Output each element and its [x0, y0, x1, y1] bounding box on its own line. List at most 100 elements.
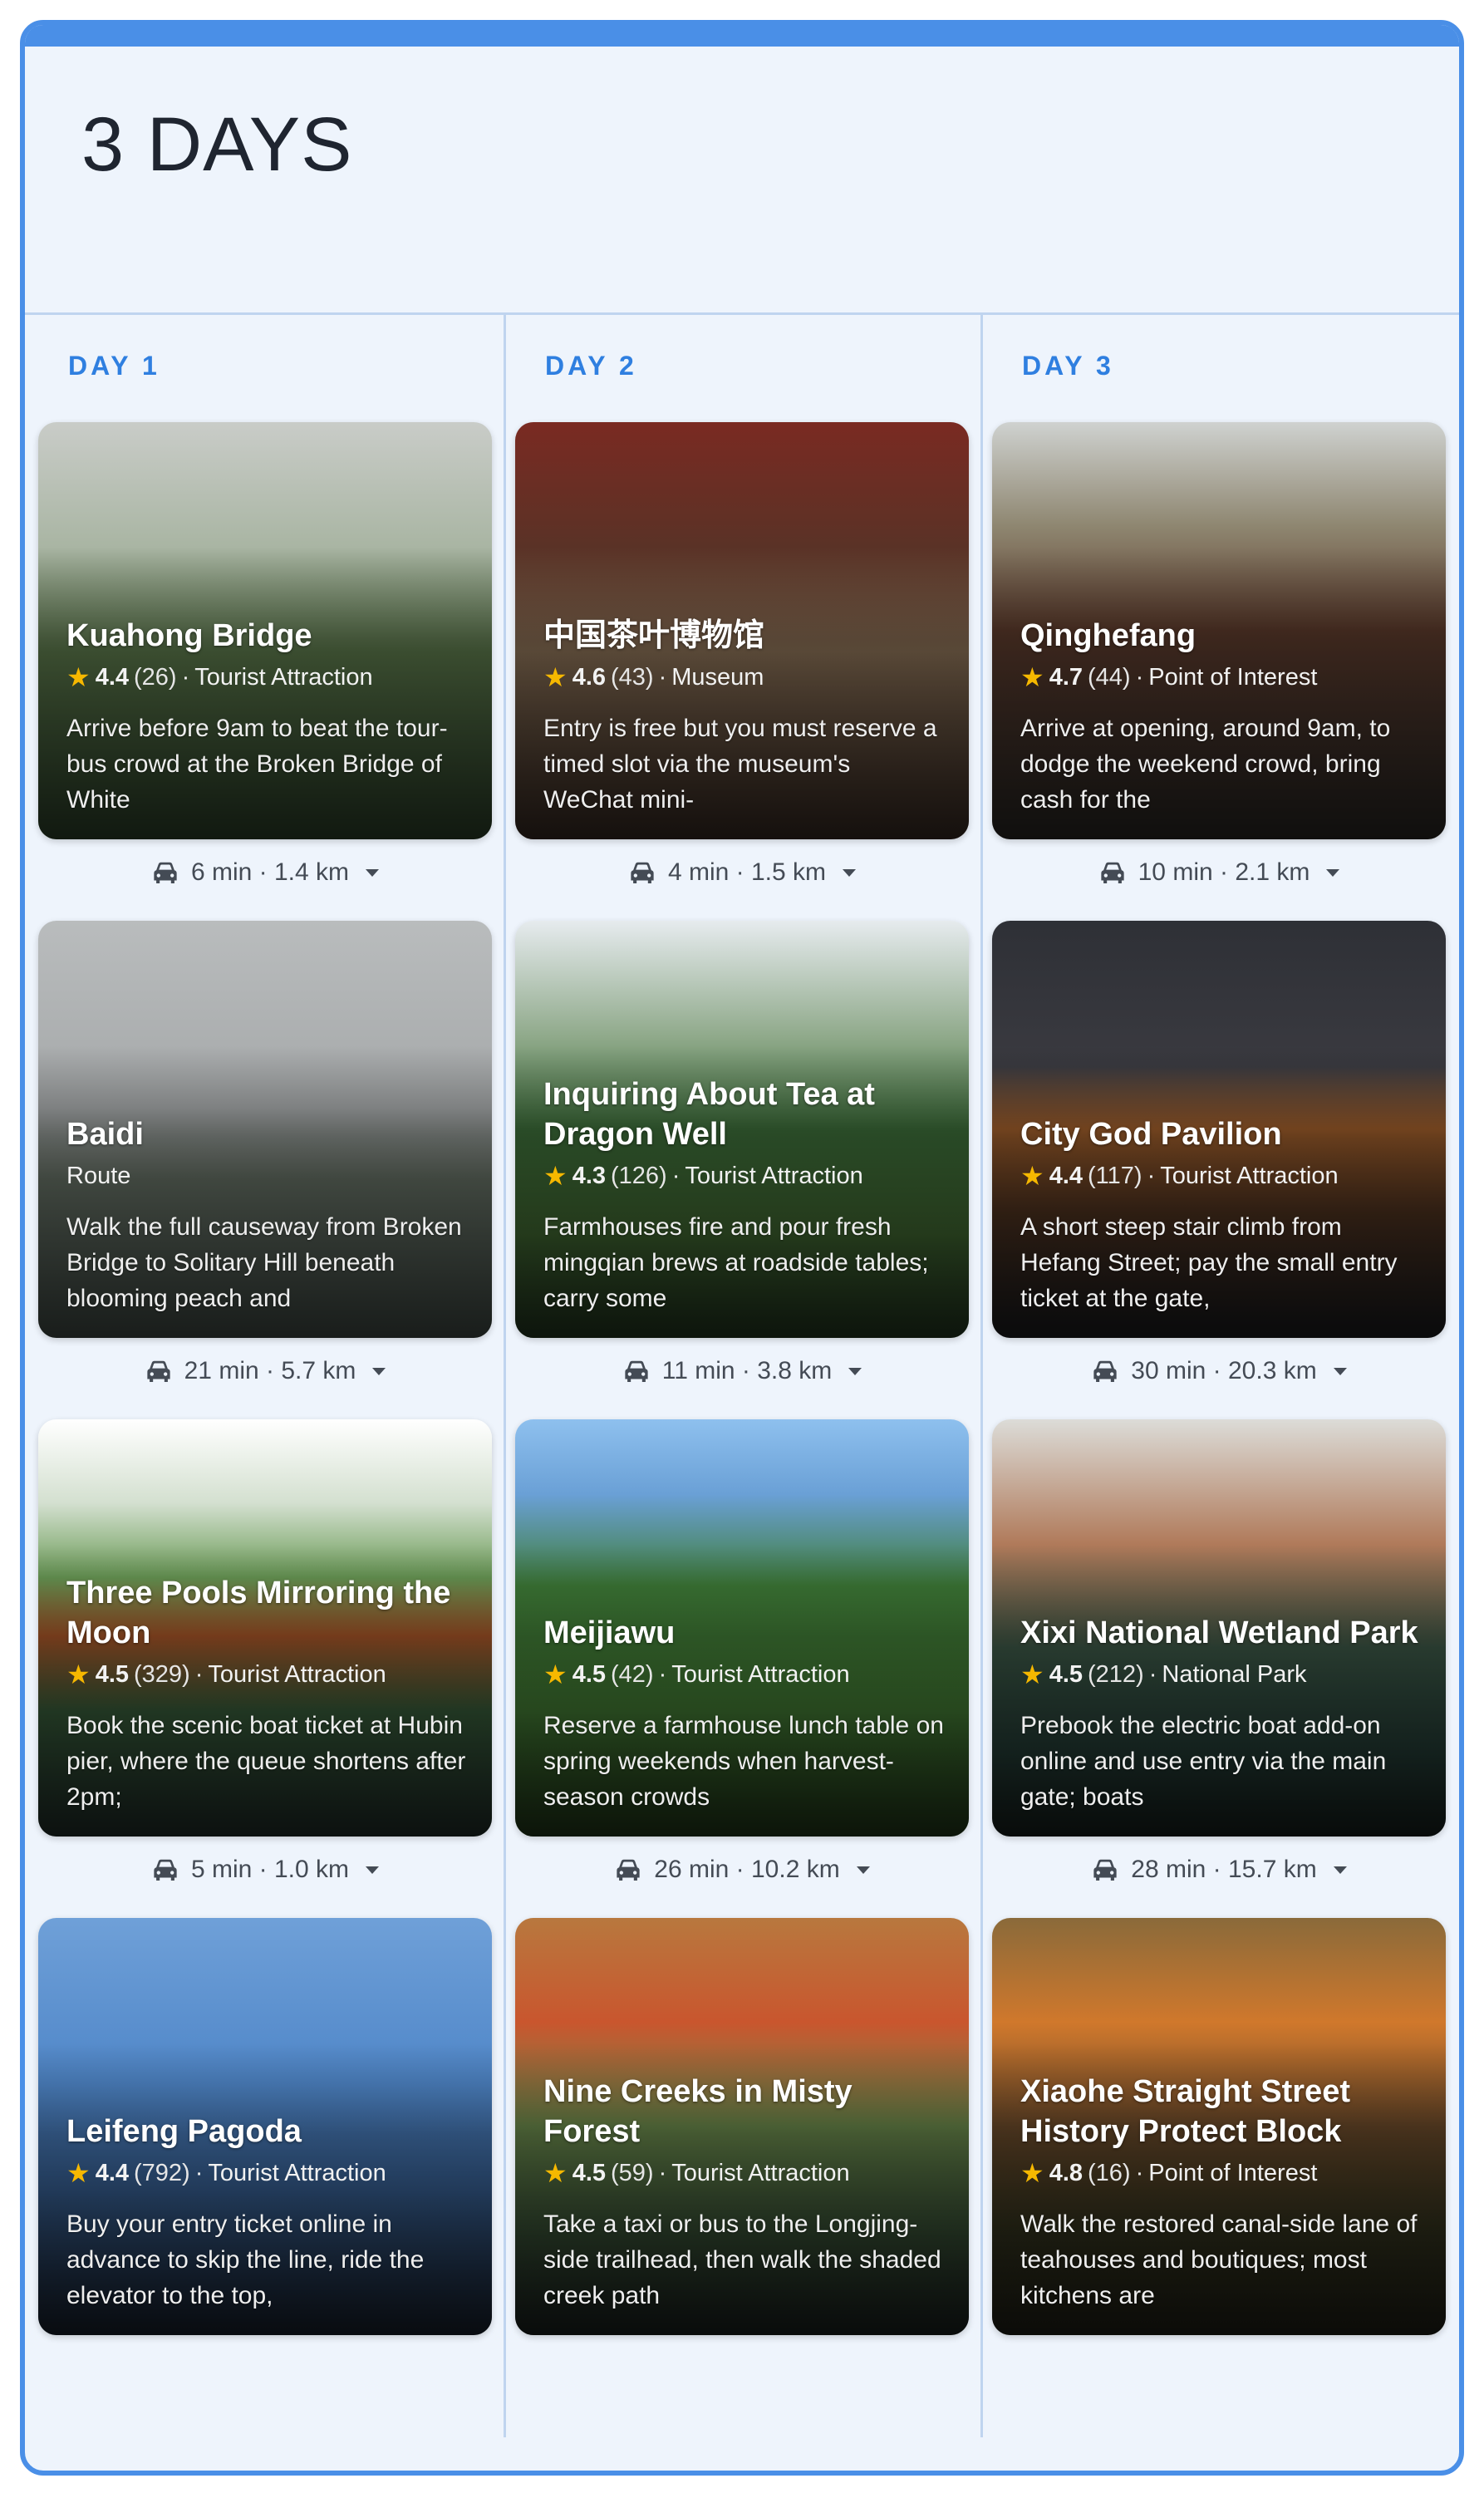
place-card[interactable]: City God Pavilion ★ 4.4 (117) · Tourist Attra…	[992, 921, 1446, 1338]
day-label: DAY 3	[1022, 351, 1114, 381]
place-description: Walk the restored canal-side lane of tea…	[1020, 2210, 1418, 2309]
place-name: Leifeng Pagoda	[66, 2114, 302, 2149]
transit-segment[interactable]: 6 min · 1.4 km	[38, 848, 492, 897]
rating-value: 4.7	[1049, 664, 1084, 691]
place-card[interactable]: Meijiawu ★ 4.5 (42) · Tourist Attraction Reser…	[515, 1419, 969, 1837]
place-meta: ★ 4.4 (26) · Tourist Attraction	[66, 661, 469, 694]
place-card[interactable]: Kuahong Bridge ★ 4.4 (26) · Tourist Attractio…	[38, 422, 492, 839]
place-card[interactable]: Xiaohe Straight Street History Protect B…	[992, 1918, 1446, 2335]
car-icon	[151, 860, 179, 885]
transit-segment[interactable]: 11 min · 3.8 km	[515, 1346, 969, 1396]
caret-down-icon[interactable]	[1333, 1866, 1347, 1874]
column-divider	[504, 312, 506, 2437]
separator-dot: ·	[658, 664, 667, 691]
place-name: Qinghefang	[1020, 618, 1197, 653]
place-name: Xiaohe Straight Street History Protect B…	[1020, 2074, 1350, 2149]
place-card[interactable]: Nine Creeks in Misty Forest ★ 4.5 (59) · Tour…	[515, 1918, 969, 2335]
place-card[interactable]: Three Pools Mirroring the Moon ★ 4.5 (329) ·…	[38, 1419, 492, 1837]
transit-segment[interactable]: 4 min · 1.5 km	[515, 848, 969, 897]
place-name: Kuahong Bridge	[66, 618, 312, 653]
transit-segment[interactable]: 21 min · 5.7 km	[38, 1346, 492, 1396]
review-count: (117)	[1088, 1163, 1142, 1189]
card-text: Meijiawu ★ 4.5 (42) · Tourist Attraction Reser…	[543, 1613, 946, 1815]
caret-down-icon[interactable]	[366, 1866, 380, 1874]
card-text: Qinghefang ★ 4.7 (44) · Point of Interest Arri…	[1020, 616, 1423, 818]
star-icon: ★	[1020, 662, 1044, 692]
separator-dot: ·	[194, 2160, 204, 2186]
place-category: Point of Interest	[1148, 664, 1318, 691]
place-name: Meijiawu	[543, 1615, 676, 1650]
transit-segment[interactable]: 30 min · 20.3 km	[992, 1346, 1446, 1396]
car-icon	[145, 1359, 173, 1384]
review-count: (44)	[1088, 664, 1131, 691]
star-icon: ★	[543, 662, 568, 692]
rating-value: 4.6	[572, 664, 607, 691]
place-card[interactable]: Qinghefang ★ 4.7 (44) · Point of Interest Arri…	[992, 422, 1446, 839]
car-icon	[1098, 860, 1127, 885]
card-text: City God Pavilion ★ 4.4 (117) · Tourist Attra…	[1020, 1114, 1423, 1316]
car-icon	[614, 1857, 642, 1882]
place-category: Tourist Attraction	[208, 2160, 386, 2186]
caret-down-icon[interactable]	[372, 1367, 386, 1375]
place-description: Walk the full causeway from Broken Bridg…	[66, 1213, 462, 1312]
separator-dot: ·	[1135, 2160, 1144, 2186]
star-icon: ★	[543, 1161, 568, 1191]
card-text: Inquiring About Tea at Dragon Well ★ 4.3 (1…	[543, 1074, 946, 1316]
transit-segment[interactable]: 10 min · 2.1 km	[992, 848, 1446, 897]
place-meta: ★ 4.8 (16) · Point of Interest	[1020, 2156, 1423, 2190]
transit-segment[interactable]: 5 min · 1.0 km	[38, 1845, 492, 1895]
day-label: DAY 1	[68, 351, 160, 381]
header-divider	[25, 312, 1459, 315]
place-name: City God Pavilion	[1020, 1117, 1282, 1152]
transit-duration-distance: 30 min · 20.3 km	[1131, 1357, 1317, 1384]
column-divider	[980, 312, 983, 2437]
caret-down-icon[interactable]	[843, 868, 857, 877]
car-icon	[628, 860, 656, 885]
caret-down-icon[interactable]	[1326, 868, 1340, 877]
place-meta: ★ 4.5 (329) · Tourist Attraction	[66, 1658, 469, 1691]
star-icon: ★	[1020, 1660, 1044, 1689]
separator-dot: ·	[671, 1163, 681, 1189]
review-count: (43)	[611, 664, 654, 691]
transit-duration-distance: 21 min · 5.7 km	[184, 1357, 356, 1384]
separator-dot: ·	[181, 664, 190, 691]
place-meta: ★ 4.7 (44) · Point of Interest	[1020, 661, 1423, 694]
place-name: Xixi National Wetland Park	[1020, 1615, 1418, 1650]
caret-down-icon[interactable]	[1333, 1367, 1347, 1375]
place-card[interactable]: 中国茶叶博物馆 ★ 4.6 (43) · Museum Entry is free but …	[515, 422, 969, 839]
car-icon	[1091, 1359, 1119, 1384]
place-category: Tourist Attraction	[194, 664, 373, 691]
star-icon: ★	[66, 2158, 91, 2188]
transit-segment[interactable]: 26 min · 10.2 km	[515, 1845, 969, 1895]
transit-duration-distance: 4 min · 1.5 km	[667, 858, 827, 886]
car-icon	[622, 1359, 651, 1384]
place-card[interactable]: Xixi National Wetland Park ★ 4.5 (212) · Nati…	[992, 1419, 1446, 1837]
place-description: Farmhouses fire and pour fresh mingqian …	[543, 1213, 929, 1312]
card-text: Kuahong Bridge ★ 4.4 (26) · Tourist Attractio…	[66, 616, 469, 818]
rating-value: 4.4	[95, 2160, 130, 2186]
place-meta: ★ 4.5 (59) · Tourist Attraction	[543, 2156, 946, 2190]
card-text: Nine Creeks in Misty Forest ★ 4.5 (59) · Tour…	[543, 2072, 946, 2314]
place-name: Inquiring About Tea at Dragon Well	[543, 1077, 875, 1152]
place-description: Entry is free but you must reserve a tim…	[543, 715, 937, 814]
caret-down-icon[interactable]	[848, 1367, 862, 1375]
caret-down-icon[interactable]	[856, 1866, 870, 1874]
place-description: Book the scenic boat ticket at Hubin pie…	[66, 1712, 466, 1811]
place-card[interactable]: Inquiring About Tea at Dragon Well ★ 4.3 (1…	[515, 921, 969, 1338]
star-icon: ★	[1020, 1161, 1044, 1191]
place-description: Arrive before 9am to beat the tour-bus c…	[66, 715, 448, 814]
place-category: Museum	[671, 664, 764, 691]
place-name: Three Pools Mirroring the Moon	[66, 1576, 451, 1650]
review-count: (329)	[134, 1661, 190, 1688]
transit-segment[interactable]: 28 min · 15.7 km	[992, 1845, 1446, 1895]
place-category: Tourist Attraction	[671, 2160, 850, 2186]
caret-down-icon[interactable]	[366, 868, 380, 877]
place-description: Prebook the electric boat add-on online …	[1020, 1712, 1387, 1811]
place-card[interactable]: Leifeng Pagoda ★ 4.4 (792) · Tourist Attracti…	[38, 1918, 492, 2335]
rating-value: 4.4	[1049, 1163, 1084, 1189]
star-icon: ★	[543, 1660, 568, 1689]
card-text: Baidi Route Walk the full causeway from Br…	[66, 1114, 469, 1316]
card-text: Xiaohe Straight Street History Protect B…	[1020, 2072, 1423, 2314]
place-card[interactable]: Baidi Route Walk the full causeway from Br…	[38, 921, 492, 1338]
car-icon	[151, 1857, 179, 1882]
